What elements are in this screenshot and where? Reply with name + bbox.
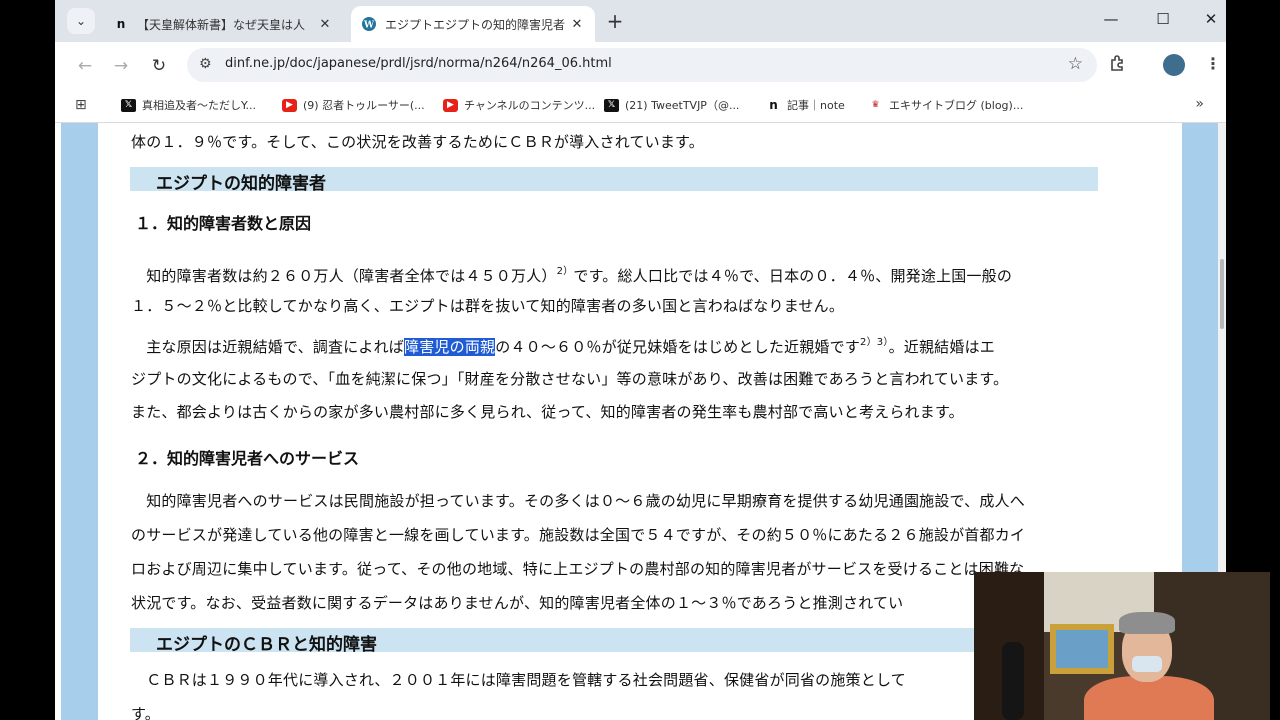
browser-toolbar: ← → ↻ ⚙ dinf.ne.jp/doc/japanese/prdl/jsr… (55, 42, 1226, 88)
section-heading-text: エジプトのＣＢＲと知的障害 (156, 635, 377, 655)
bookmark-item[interactable]: ♛ エキサイトブログ (blog)... (868, 97, 1023, 113)
apps-grid-icon[interactable]: ⊞ (75, 97, 87, 113)
paragraph-line: のサービスが発達している他の障害と一線を画しています。施設数は全国で５４ですが、… (131, 526, 1026, 544)
url-text: dinf.ne.jp/doc/japanese/prdl/jsrd/norma/… (225, 56, 612, 71)
bookmark-item[interactable]: ▶ (9) 忍者トゥルーサー(... (282, 97, 425, 113)
youtube-icon: ▶ (282, 98, 297, 112)
tab-title: エジプトエジプトの知的障害児者と (385, 17, 567, 32)
arrow-right-icon: → (113, 56, 129, 76)
bookmark-item[interactable]: 𝕏 真相追及者〜ただしY... (121, 97, 256, 113)
text-run: 主な原因は近親結婚で、調査によれば (131, 338, 405, 356)
paragraph-line: ジプトの文化によるもので、「血を純潔に保つ」「財産を分散させない」等の意味があり… (131, 370, 1009, 388)
section-heading-text: エジプトの知的障害者 (156, 174, 326, 194)
section-heading: エジプトのＣＢＲと知的障害 (130, 628, 1098, 655)
x-icon: 𝕏 (121, 98, 136, 112)
bookmark-label: (21) TweetTVJP（@... (625, 99, 740, 112)
x-icon: 𝕏 (604, 98, 619, 112)
presenter-body (1084, 676, 1214, 720)
subheading: ２．知的障害児者へのサービス (135, 449, 360, 468)
close-tab-icon[interactable]: ✕ (315, 17, 335, 32)
scrollbar-thumb[interactable] (1220, 259, 1224, 329)
menu-kebab-icon[interactable]: ⋮ (1205, 54, 1221, 73)
bookmark-item[interactable]: ▶ チャンネルのコンテンツ... (443, 97, 595, 113)
paragraph-line: す。 (131, 705, 160, 720)
wordpress-favicon-icon: W (361, 16, 377, 32)
site-info-icon[interactable]: ⚙ (199, 56, 212, 72)
paragraph-line: ＣＢＲは１９９０年代に導入され、２００１年には障害問題を管轄する社会問題省、保健… (131, 671, 906, 689)
selected-text[interactable]: 障害児の両親 (404, 338, 496, 356)
tab-title: 【天皇解体新書】なぜ天皇は人 (137, 17, 306, 32)
bookmark-item[interactable]: 𝕏 (21) TweetTVJP（@... (604, 97, 739, 113)
microphone (1002, 642, 1024, 720)
webcam-overlay (974, 572, 1270, 720)
bookmark-label: 真相追及者〜ただしY... (142, 99, 256, 112)
paragraph-line: ロおよび周辺に集中しています。従って、その他の地域、特に上エジプトの農村部の知的… (131, 560, 1025, 578)
presenter-mask (1132, 656, 1162, 672)
bookmark-label: 記事｜note (787, 99, 845, 112)
minimize-button[interactable]: — (1096, 10, 1126, 28)
text-run: 知的障害者数は約２６０万人（障害者全体では４５０万人） (131, 267, 557, 285)
bookmark-label: エキサイトブログ (blog)... (889, 99, 1024, 112)
maximize-button[interactable]: ☐ (1148, 10, 1178, 28)
excite-icon: ♛ (871, 100, 880, 110)
bookmarks-bar: ⊞ 𝕏 真相追及者〜ただしY... ▶ (9) 忍者トゥルーサー(... ▶ チ… (55, 88, 1226, 123)
profile-avatar[interactable] (1163, 54, 1185, 76)
bookmark-item[interactable]: n 記事｜note (766, 97, 845, 113)
paragraph-line: また、都会よりは古くからの家が多い農村部に多く見られ、従って、知的障害者の発生率… (131, 403, 964, 421)
tab-active[interactable]: W エジプトエジプトの知的障害児者と ✕ (351, 6, 595, 42)
tab-search-button[interactable]: ⌄ (67, 8, 95, 34)
note-icon: n (769, 98, 778, 112)
tab-strip: ⌄ n 【天皇解体新書】なぜ天皇は人 ✕ W エジプトエジプトの知的障害児者と … (55, 0, 1226, 42)
text-run: です。総人口比では４％で、日本の０．４％、開発途上国一般の (573, 267, 1013, 285)
address-bar[interactable]: ⚙ dinf.ne.jp/doc/japanese/prdl/jsrd/norm… (187, 48, 1097, 82)
arrow-left-icon: ← (77, 56, 93, 76)
bookmark-label: (9) 忍者トゥルーサー(... (303, 99, 425, 112)
reload-button[interactable]: ↻ (147, 54, 171, 78)
citation-superscript: 2）3） (860, 337, 889, 348)
tab-inactive[interactable]: n 【天皇解体新書】なぜ天皇は人 ✕ (103, 6, 343, 42)
text-run: 。近親結婚はエ (888, 338, 995, 356)
paragraph-line: 状況です。なお、受益者数に関するデータはありませんが、知的障害児者全体の１〜３％… (131, 594, 904, 612)
paragraph-line: 知的障害児者へのサービスは民間施設が担っています。その多くは０〜６歳の幼児に早期… (131, 492, 1025, 510)
svg-text:W: W (363, 21, 375, 31)
note-favicon-icon: n (116, 17, 126, 31)
reload-icon: ↻ (151, 56, 167, 76)
bookmark-label: チャンネルのコンテンツ... (464, 99, 596, 112)
presenter-hair (1119, 612, 1175, 634)
text-run: の４０〜６０％が従兄妹婚をはじめとした近親婚です (495, 338, 861, 356)
youtube-icon: ▶ (443, 98, 458, 112)
section-heading: エジプトの知的障害者 (130, 167, 1098, 194)
close-window-button[interactable]: ✕ (1196, 10, 1226, 28)
picture-frame (1056, 630, 1108, 668)
bookmarks-overflow-button[interactable]: » (1195, 96, 1204, 112)
subheading: １．知的障害者数と原因 (135, 214, 312, 233)
chevron-down-icon: ⌄ (75, 14, 87, 28)
forward-button[interactable]: → (109, 54, 133, 78)
citation-superscript: 2） (556, 266, 574, 277)
paragraph-line: 体の１．９％です。そして、この状況を改善するためにＣＢＲが導入されています。 (131, 133, 704, 151)
back-button[interactable]: ← (73, 54, 97, 78)
bookmark-star-icon[interactable]: ☆ (1068, 54, 1083, 74)
extensions-icon[interactable] (1109, 54, 1127, 76)
paragraph-line: 主な原因は近親結婚で、調査によれば障害児の両親の４０〜６０％が従兄妹婚をはじめと… (131, 333, 995, 357)
paragraph-line: １．５〜２％と比較してかなり高く、エジプトは群を抜いて知的障害者の多い国と言わね… (131, 297, 845, 315)
close-tab-icon[interactable]: ✕ (567, 17, 587, 32)
page-side-background (61, 123, 98, 720)
paragraph-line: 知的障害者数は約２６０万人（障害者全体では４５０万人）2）です。総人口比では４％… (131, 262, 1012, 286)
new-tab-button[interactable]: + (603, 9, 627, 33)
